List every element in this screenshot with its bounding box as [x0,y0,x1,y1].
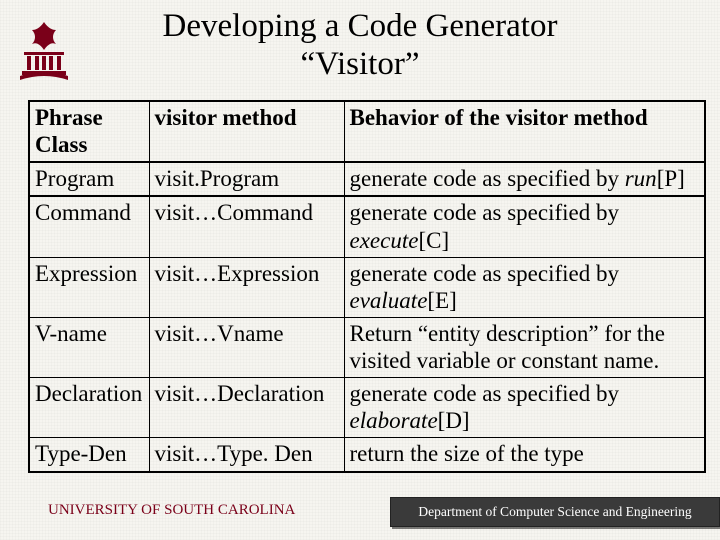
university-logo [14,18,74,84]
header-visitor-method: visitor method [149,101,344,162]
cell-behavior: return the size of the type [344,438,705,472]
table-row: V-name visit…Vname Return “entity descri… [29,317,705,377]
title-line-1: Developing a Code Generator [163,8,558,44]
table-row: Program visit.Program generate code as s… [29,162,705,196]
header-class: Class [35,132,87,157]
header-phrase-class: Phrase Class [29,101,149,162]
behavior-pre: generate code as specified by [350,166,625,191]
behavior-pre: generate code as specified by [350,381,619,406]
cell-behavior: generate code as specified by execute[C] [344,196,705,257]
behavior-post: [C] [418,228,449,253]
behavior-pre: return the size of the type [350,441,584,466]
cell-method: visit…Expression [149,257,344,317]
cell-method: visit…Vname [149,317,344,377]
cell-method: visit…Declaration [149,378,344,438]
table-row: Expression visit…Expression generate cod… [29,257,705,317]
cell-phrase: Expression [29,257,149,317]
table-row: Command visit…Command generate code as s… [29,196,705,257]
behavior-post: [P] [657,166,685,191]
cell-method: visit…Type. Den [149,438,344,472]
header-phrase: Phrase [35,105,103,130]
footer-university: UNIVERSITY OF SOUTH CAROLINA [40,494,390,528]
behavior-pre: generate code as specified by [350,261,619,286]
content-area: Phrase Class visitor method Behavior of … [28,100,706,473]
slide: Developing a Code Generator “Visitor” Ph… [0,0,720,540]
behavior-italic: run [625,166,657,191]
cell-behavior: Return “entity description” for the visi… [344,317,705,377]
cell-behavior: generate code as specified by run[P] [344,162,705,196]
header-behavior: Behavior of the visitor method [344,101,705,162]
footer-department: Department of Computer Science and Engin… [390,497,720,527]
title-line-2: “Visitor” [301,46,420,82]
cell-method: visit.Program [149,162,344,196]
cell-phrase: Command [29,196,149,257]
slide-title: Developing a Code Generator “Visitor” [0,0,720,84]
cell-behavior: generate code as specified by evaluate[E… [344,257,705,317]
cell-phrase: Declaration [29,378,149,438]
behavior-italic: execute [350,228,419,253]
cell-phrase: V-name [29,317,149,377]
behavior-italic: elaborate [350,408,438,433]
behavior-italic: evaluate [350,288,428,313]
cell-phrase: Type-Den [29,438,149,472]
behavior-pre: generate code as specified by [350,200,619,225]
cell-phrase: Program [29,162,149,196]
table-row: Declaration visit…Declaration generate c… [29,378,705,438]
table-row: Type-Den visit…Type. Den return the size… [29,438,705,472]
visitor-table: Phrase Class visitor method Behavior of … [28,100,706,473]
footer: UNIVERSITY OF SOUTH CAROLINA Department … [40,494,720,528]
behavior-post: [E] [427,288,456,313]
cell-behavior: generate code as specified by elaborate[… [344,378,705,438]
behavior-post: [D] [438,408,470,433]
behavior-pre: Return “entity description” for the visi… [350,321,666,373]
table-header-row: Phrase Class visitor method Behavior of … [29,101,705,162]
cell-method: visit…Command [149,196,344,257]
